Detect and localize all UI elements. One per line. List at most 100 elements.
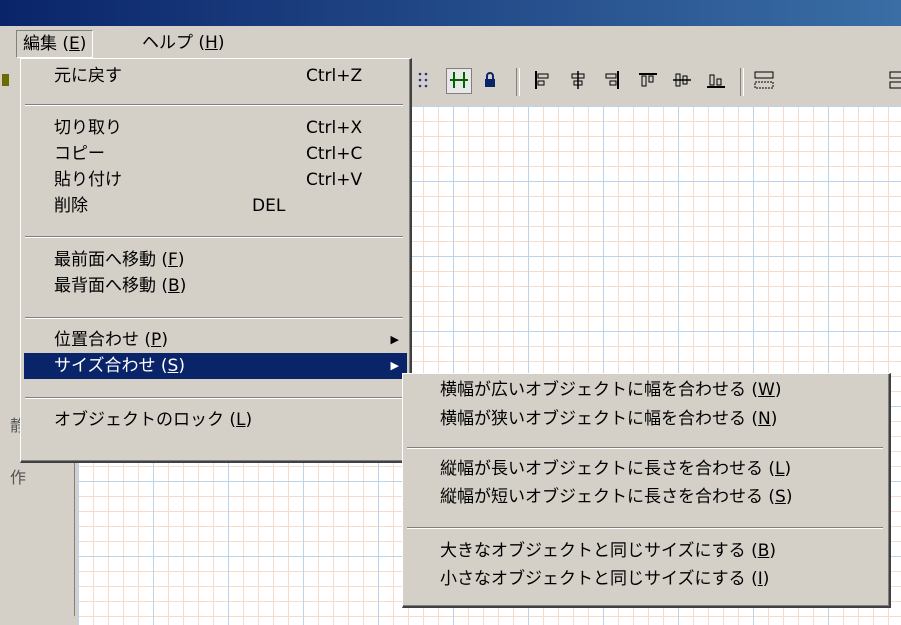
menu-item-label-text: 最背面へ移動 ( — [54, 276, 169, 296]
menu-item-label: 元に戻す — [54, 66, 122, 86]
submenu-item-suffix: ) — [784, 459, 792, 479]
same-size-icon[interactable] — [752, 68, 776, 92]
submenu-item-key: B — [757, 541, 770, 561]
menu-item-align[interactable]: 位置合わせ (P) ▶ — [24, 327, 407, 353]
submenu-item-label-text: 横幅が狭いオブジェクトに幅を合わせる ( — [440, 409, 759, 429]
align-left-icon[interactable] — [530, 68, 554, 92]
menu-separator — [25, 397, 403, 399]
menu-edit-label: 編集 ( — [23, 34, 70, 54]
submenu-item-suffix: ) — [774, 380, 782, 400]
edit-menu: 元に戻す Ctrl+Z 切り取り Ctrl+X コピー Ctrl+C 貼り付け … — [20, 58, 412, 463]
submenu-item-label-text: 小さなオブジェクトと同じサイズにする ( — [440, 569, 758, 589]
submenu-item-label-text: 大きなオブジェクトと同じサイズにする ( — [440, 541, 758, 561]
menu-item-label: 最前面へ移動 (F) — [54, 247, 184, 273]
menu-item-label: 切り取り — [54, 118, 122, 138]
menu-help-key: H — [205, 33, 218, 53]
menu-bar: 編集 (E) ヘルプ (H) — [0, 26, 901, 60]
toolbar-partial-icon[interactable] — [888, 68, 901, 92]
menu-item-size-match[interactable]: サイズ合わせ (S) ▶ — [24, 353, 407, 379]
align-center-icon[interactable] — [566, 68, 590, 92]
grid-snap-icon[interactable] — [414, 68, 438, 92]
menu-item-copy[interactable]: コピー Ctrl+C — [24, 141, 407, 167]
align-right-icon[interactable] — [600, 68, 624, 92]
menu-item-label-text: 位置合わせ ( — [54, 330, 152, 350]
submenu-item-label: 横幅が狭いオブジェクトに幅を合わせる (N) — [440, 406, 777, 432]
align-top-icon[interactable] — [636, 68, 660, 92]
menu-item-key: L — [236, 410, 246, 430]
menu-item-suffix: ) — [245, 410, 253, 430]
submenu-item-same-small[interactable]: 小さなオブジェクトと同じサイズにする (I) — [406, 566, 886, 592]
menu-help[interactable]: ヘルプ (H) — [136, 30, 230, 56]
menu-item-suffix: ) — [177, 250, 185, 270]
fit-to-grid-icon[interactable] — [446, 68, 472, 94]
menu-item-bring-front[interactable]: 最前面へ移動 (F) — [24, 247, 407, 273]
submenu-item-same-large[interactable]: 大きなオブジェクトと同じサイズにする (B) — [406, 538, 886, 564]
menu-separator — [25, 104, 403, 106]
submenu-item-label-text: 縦幅が長いオブジェクトに長さを合わせる ( — [440, 459, 776, 479]
submenu-item-height-long[interactable]: 縦幅が長いオブジェクトに長さを合わせる (L) — [406, 456, 886, 482]
menu-edit[interactable]: 編集 (E) — [16, 30, 94, 58]
toolbar-separator — [516, 68, 520, 96]
submenu-item-label: 大きなオブジェクトと同じサイズにする (B) — [440, 538, 776, 564]
submenu-arrow-icon: ▶ — [390, 333, 399, 346]
left-panel-text: 作 — [10, 468, 27, 487]
menu-item-cut[interactable]: 切り取り Ctrl+X — [24, 115, 407, 141]
menu-item-shortcut: Ctrl+Z — [306, 66, 363, 86]
submenu-item-width-narrow[interactable]: 横幅が狭いオブジェクトに幅を合わせる (N) — [406, 406, 886, 432]
submenu-item-label: 横幅が広いオブジェクトに幅を合わせる (W) — [440, 377, 782, 403]
menu-item-label-text: オブジェクトのロック ( — [54, 410, 237, 430]
menu-item-key: F — [168, 250, 178, 270]
submenu-item-suffix: ) — [770, 409, 778, 429]
submenu-item-suffix: ) — [762, 569, 770, 589]
menu-separator — [407, 527, 883, 529]
menu-item-label: 位置合わせ (P) — [54, 327, 168, 353]
lock-icon[interactable] — [478, 68, 502, 92]
menu-item-shortcut: DEL — [252, 196, 286, 216]
menu-help-label: ヘルプ ( — [142, 33, 206, 53]
menu-item-label: オブジェクトのロック (L) — [54, 407, 252, 433]
submenu-item-key: N — [758, 409, 771, 429]
submenu-item-label-text: 横幅が広いオブジェクトに幅を合わせる ( — [440, 380, 759, 400]
submenu-arrow-icon: ▶ — [390, 359, 399, 372]
menu-item-key: B — [168, 276, 180, 296]
submenu-item-key: S — [775, 487, 786, 507]
menu-edit-key: E — [69, 34, 80, 54]
submenu-item-key: L — [775, 459, 785, 479]
submenu-item-height-short[interactable]: 縦幅が短いオブジェクトに長さを合わせる (S) — [406, 484, 886, 510]
menu-item-key: S — [167, 356, 179, 376]
submenu-item-key: W — [758, 380, 775, 400]
menu-item-lock[interactable]: オブジェクトのロック (L) — [24, 407, 407, 433]
menu-item-label: 削除 — [54, 196, 88, 216]
menu-item-suffix: ) — [161, 330, 168, 350]
menu-item-label: コピー — [54, 144, 105, 164]
menu-item-label-text: 最前面へ移動 ( — [54, 250, 169, 270]
submenu-item-label: 小さなオブジェクトと同じサイズにする (I) — [440, 566, 769, 592]
menu-item-delete[interactable]: 削除 DEL — [24, 193, 407, 219]
submenu-item-suffix: ) — [785, 487, 793, 507]
menu-item-shortcut: Ctrl+C — [306, 144, 363, 164]
submenu-item-label-text: 縦幅が短いオブジェクトに長さを合わせる ( — [440, 487, 776, 507]
menu-item-suffix: ) — [178, 356, 185, 376]
menu-edit-suffix: ) — [79, 34, 87, 54]
menu-item-undo[interactable]: 元に戻す Ctrl+Z — [24, 63, 407, 89]
menu-item-shortcut: Ctrl+X — [306, 118, 363, 138]
align-bottom-icon[interactable] — [704, 68, 728, 92]
menu-item-suffix: ) — [179, 276, 187, 296]
title-bar — [0, 0, 901, 26]
submenu-item-label: 縦幅が短いオブジェクトに長さを合わせる (S) — [440, 484, 792, 510]
menu-separator — [25, 236, 403, 238]
align-middle-icon[interactable] — [670, 68, 694, 92]
menu-item-key: P — [151, 330, 162, 350]
menu-item-label: 貼り付け — [54, 170, 122, 190]
submenu-item-width-wide[interactable]: 横幅が広いオブジェクトに幅を合わせる (W) — [406, 377, 886, 403]
submenu-item-suffix: ) — [769, 541, 777, 561]
menu-item-shortcut: Ctrl+V — [306, 170, 363, 190]
menu-item-paste[interactable]: 貼り付け Ctrl+V — [24, 167, 407, 193]
toolbar-separator — [740, 68, 744, 96]
menu-separator — [407, 447, 883, 449]
toolbar-partial-icon[interactable] — [0, 68, 10, 92]
menu-help-suffix: ) — [217, 33, 225, 53]
menu-item-label-text: サイズ合わせ ( — [54, 356, 168, 376]
menu-item-label: 最背面へ移動 (B) — [54, 273, 186, 299]
menu-item-send-back[interactable]: 最背面へ移動 (B) — [24, 273, 407, 299]
